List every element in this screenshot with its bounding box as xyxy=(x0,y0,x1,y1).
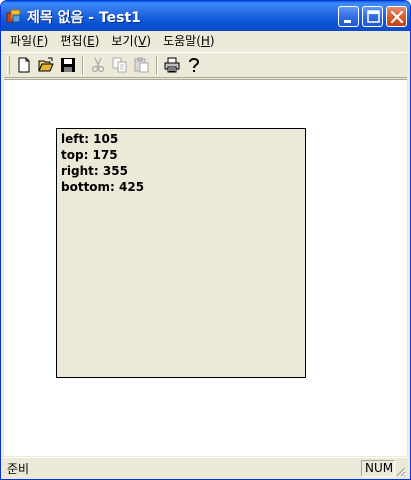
print-button[interactable] xyxy=(162,56,182,75)
menu-help-suffix: ) xyxy=(209,34,215,48)
menu-help[interactable]: 도움말(H) xyxy=(157,32,221,51)
menu-file-suffix: ) xyxy=(43,34,49,48)
status-bar: 준비 NUM xyxy=(4,457,407,478)
open-folder-icon xyxy=(38,57,54,72)
maximize-icon xyxy=(367,10,380,23)
menu-edit[interactable]: 편집(E) xyxy=(54,32,105,51)
rect-top-label: top: 175 xyxy=(61,148,118,162)
app-icon[interactable] xyxy=(6,8,22,24)
new-button[interactable] xyxy=(14,56,34,75)
toolbar-separator xyxy=(82,56,84,75)
menu-bar: 파일(F) 편집(E) 보기(V) 도움말(H) xyxy=(4,31,407,52)
client-area[interactable]: left: 105 top: 175 right: 355 bottom: 42… xyxy=(4,79,407,456)
print-icon xyxy=(164,57,180,73)
cut-icon xyxy=(91,57,105,73)
toolbar xyxy=(4,52,407,78)
paste-button[interactable] xyxy=(132,56,152,75)
cut-button[interactable] xyxy=(88,56,108,75)
help-button[interactable] xyxy=(184,56,204,75)
close-icon xyxy=(390,10,404,24)
window-title: 제목 없음 - Test1 xyxy=(27,10,141,26)
menu-view-suffix: ) xyxy=(146,34,152,48)
menu-file[interactable]: 파일(F) xyxy=(4,32,54,51)
save-icon xyxy=(61,58,75,72)
maximize-button[interactable] xyxy=(362,6,383,27)
rect-right-label: right: 355 xyxy=(61,164,128,178)
menu-help-label: 도움말( xyxy=(163,34,201,48)
app-window: 제목 없음 - Test1 파일(F) 편집(E) 보기(V) 도움말(H) l… xyxy=(0,0,411,480)
help-icon xyxy=(189,58,200,72)
resize-grip-icon[interactable] xyxy=(394,465,406,477)
status-indicator-pane: NUM xyxy=(361,460,395,477)
menu-edit-suffix: ) xyxy=(94,34,100,48)
menu-edit-label: 편집( xyxy=(60,34,88,48)
title-bar[interactable]: 제목 없음 - Test1 xyxy=(1,1,410,31)
toolbar-separator xyxy=(156,56,158,75)
status-text: 준비 xyxy=(7,462,30,476)
menu-view[interactable]: 보기(V) xyxy=(105,32,157,51)
rect-left-label: left: 105 xyxy=(61,132,119,146)
new-file-icon xyxy=(18,57,30,73)
rectangle-box[interactable]: left: 105 top: 175 right: 355 bottom: 42… xyxy=(56,128,306,378)
menu-edit-mnemonic: E xyxy=(87,34,95,48)
open-button[interactable] xyxy=(36,56,56,75)
copy-button[interactable] xyxy=(110,56,130,75)
close-button[interactable] xyxy=(386,6,407,27)
minimize-button[interactable] xyxy=(338,6,359,27)
save-button[interactable] xyxy=(58,56,78,75)
rect-bottom-label: bottom: 425 xyxy=(61,180,145,194)
toolbar-grip[interactable] xyxy=(7,56,10,74)
minimize-icon xyxy=(344,20,351,23)
paste-icon xyxy=(134,57,149,73)
copy-icon xyxy=(112,57,127,73)
menu-file-label: 파일( xyxy=(10,34,37,48)
menu-view-label: 보기( xyxy=(111,34,139,48)
num-lock-indicator: NUM xyxy=(365,461,394,475)
menu-file-mnemonic: F xyxy=(36,34,44,48)
menu-help-mnemonic: H xyxy=(200,34,210,48)
